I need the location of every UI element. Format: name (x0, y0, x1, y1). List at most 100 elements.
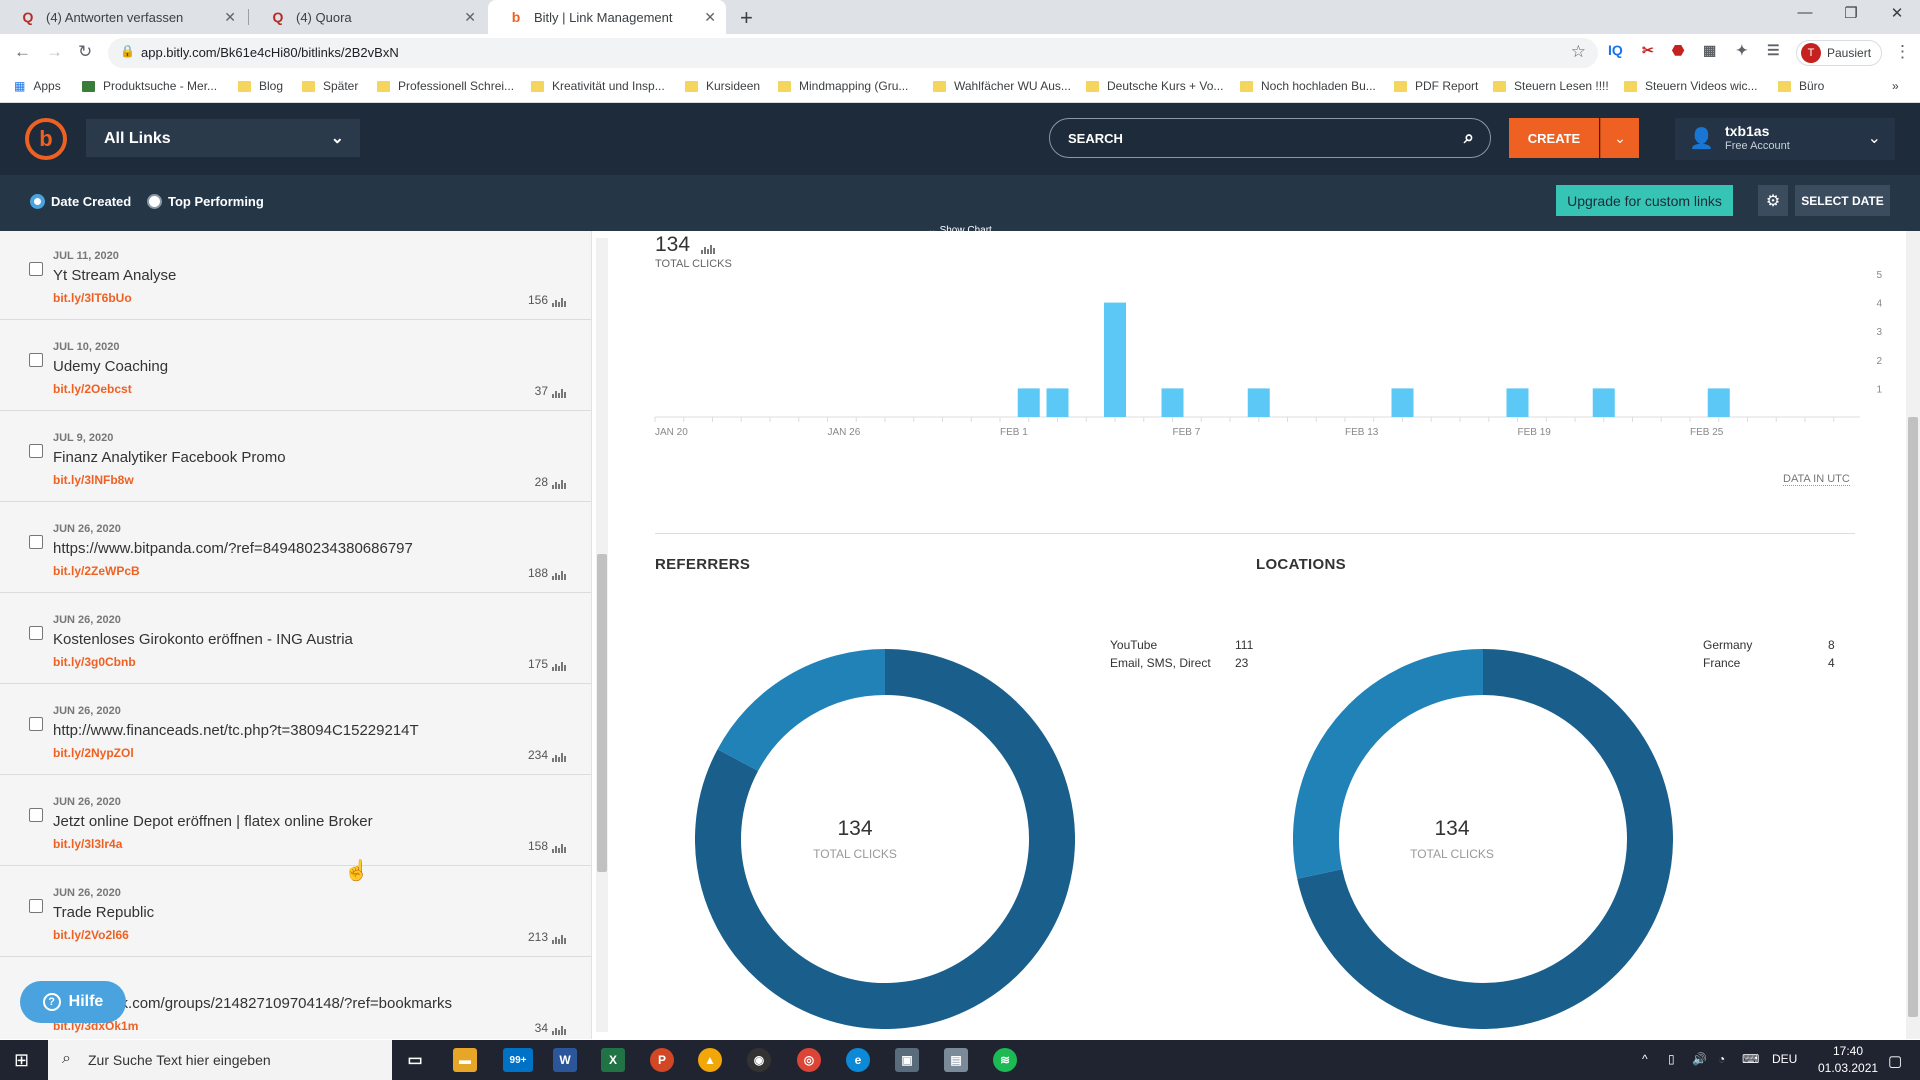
link-checkbox[interactable] (29, 262, 43, 276)
list-item[interactable]: JUN 26, 2020 http://www.financeads.net/tc… (0, 684, 591, 775)
help-button[interactable]: ? Hilfe (20, 981, 126, 1023)
browser-tab-1[interactable]: Q (4) Antworten verfassen ✕ (0, 0, 246, 34)
link-title[interactable]: Finanz Analytiker Facebook Promo (53, 449, 286, 466)
taskbar-search-input[interactable]: ⌕ Zur Suche Text hier eingeben (48, 1040, 392, 1080)
browser-menu-icon[interactable]: ⋮ (1894, 42, 1911, 62)
bookmark-item[interactable]: Steuern Lesen !!!! (1493, 79, 1609, 93)
link-title[interactable]: Jetzt online Depot eröffnen | flatex onl… (53, 813, 373, 830)
scrollbar-thumb[interactable] (597, 554, 607, 872)
forward-icon[interactable]: → (46, 42, 63, 62)
link-checkbox[interactable] (29, 353, 43, 367)
reload-icon[interactable]: ↻ (78, 42, 92, 62)
spotify-icon[interactable]: ≋ (993, 1048, 1017, 1072)
link-title[interactable]: Yt Stream Analyse (53, 267, 176, 284)
app-icon[interactable]: ▲ (698, 1048, 722, 1072)
bookmark-item[interactable]: Deutsche Kurs + Vo... (1086, 79, 1223, 93)
chrome-icon[interactable]: ◎ (797, 1048, 821, 1072)
link-checkbox[interactable] (29, 717, 43, 731)
tray-battery-icon[interactable]: ▯ (1668, 1052, 1675, 1066)
bookmark-star-icon[interactable]: ☆ (1571, 42, 1586, 62)
bookmark-item[interactable]: Wahlfächer WU Aus... (933, 79, 1071, 93)
list-item[interactable]: JUN 26, 2020 Trade Republic bit.ly/2Vo2l66… (0, 866, 591, 957)
clock[interactable]: 17:40 01.03.2021 (1818, 1044, 1878, 1075)
filter-sliders-icon[interactable]: ⚙ (1758, 185, 1788, 216)
list-item[interactable]: JUN 26, 2020 Jetzt online Depot eröffnen … (0, 775, 591, 866)
bookmark-item[interactable]: Mindmapping (Gru... (778, 79, 908, 93)
search-input[interactable]: SEARCH ⌕ (1049, 118, 1491, 158)
back-icon[interactable]: ← (14, 42, 31, 62)
bitly-logo-icon[interactable]: b (25, 118, 67, 160)
excel-icon[interactable]: X (601, 1048, 625, 1072)
short-link[interactable]: bit.ly/3g0Cbnb (53, 655, 136, 669)
scrollbar-thumb[interactable] (1908, 417, 1918, 1017)
file-explorer-icon[interactable]: ▬ (453, 1048, 477, 1072)
reading-list-icon[interactable]: ☰ (1767, 42, 1780, 59)
bookmark-apps[interactable]: ▦ Apps (14, 79, 61, 93)
calculator-icon[interactable]: ▤ (944, 1048, 968, 1072)
tray-chevron-icon[interactable]: ^ (1642, 1052, 1648, 1066)
bookmark-item[interactable]: Kreativität und Insp... (531, 79, 665, 93)
task-view-icon[interactable]: ▭ (403, 1048, 427, 1072)
list-item[interactable]: JUN 26, 2020 https://www.bitpanda.com/?re… (0, 502, 591, 593)
close-tab-icon[interactable]: ✕ (464, 9, 476, 26)
new-tab-button[interactable]: + (740, 5, 753, 31)
short-link[interactable]: bit.ly/2Oebcst (53, 382, 132, 396)
short-link[interactable]: bit.ly/2Vo2l66 (53, 928, 129, 942)
close-window-icon[interactable]: ✕ (1874, 4, 1920, 22)
address-bar[interactable]: 🔒 app.bitly.com/Bk61e4cHi80/bitlinks/2B2… (108, 38, 1598, 68)
list-item[interactable]: JUL 10, 2020 Udemy Coaching bit.ly/2Oebcst… (0, 320, 591, 411)
adblock-icon[interactable]: ⬣ (1672, 42, 1684, 59)
list-item[interactable]: JUN 26, 2020 Kostenloses Girokonto eröffn… (0, 593, 591, 684)
keyboard-icon[interactable]: ⌨ (1742, 1052, 1759, 1066)
word-icon[interactable]: W (553, 1048, 577, 1072)
bookmarks-overflow-icon[interactable]: » (1892, 79, 1899, 93)
grid-extension-icon[interactable]: ▦ (1703, 42, 1716, 59)
link-title[interactable]: Trade Republic (53, 904, 154, 921)
browser-tab-2[interactable]: Q (4) Quora ✕ (250, 0, 486, 34)
link-title[interactable]: Udemy Coaching (53, 358, 168, 375)
short-link[interactable]: bit.ly/2ZeWPcB (53, 564, 140, 578)
browser-tab-3-active[interactable]: b Bitly | Link Management ✕ (488, 0, 726, 34)
links-filter-dropdown[interactable]: All Links ⌄ (86, 119, 360, 157)
bookmark-item[interactable]: Kursideen (685, 79, 760, 93)
mail-icon[interactable]: 99+ (503, 1048, 533, 1072)
obs-icon[interactable]: ◉ (747, 1048, 771, 1072)
short-link[interactable]: bit.ly/3lT6bUo (53, 291, 132, 305)
link-checkbox[interactable] (29, 899, 43, 913)
bookmark-item[interactable]: Büro (1778, 79, 1824, 93)
select-date-button[interactable]: SELECT DATE (1795, 185, 1890, 216)
puzzle-extensions-icon[interactable]: ✦ (1736, 42, 1748, 59)
bookmark-item[interactable]: Später (302, 79, 358, 93)
account-menu[interactable]: 👤 txb1as Free Account ⌄ (1675, 118, 1895, 160)
radio-top-performing[interactable]: Top Performing (147, 194, 264, 209)
bookmark-item[interactable]: Blog (238, 79, 283, 93)
link-title[interactable]: http://www.financeads.net/tc.php?t=38094… (53, 722, 419, 739)
language-indicator[interactable]: DEU (1772, 1052, 1797, 1066)
iq-extension-icon[interactable]: IQ (1608, 42, 1623, 58)
short-link[interactable]: bit.ly/2NypZOl (53, 746, 134, 760)
app-icon[interactable]: ▣ (895, 1048, 919, 1072)
close-tab-icon[interactable]: ✕ (704, 9, 716, 26)
close-tab-icon[interactable]: ✕ (224, 9, 236, 26)
radio-date-created[interactable]: Date Created (30, 194, 131, 209)
create-dropdown-chevron-icon[interactable]: ⌄ (1600, 118, 1639, 158)
create-button[interactable]: CREATE (1509, 118, 1599, 158)
short-link[interactable]: bit.ly/3l3lr4a (53, 837, 122, 851)
bookmark-item[interactable]: Steuern Videos wic... (1624, 79, 1758, 93)
short-link[interactable]: bit.ly/3lNFb8w (53, 473, 134, 487)
link-title[interactable]: Kostenloses Girokonto eröffnen - ING Aus… (53, 631, 353, 648)
profile-button[interactable]: T Pausiert (1796, 40, 1882, 66)
restore-icon[interactable]: ❐ (1828, 4, 1874, 22)
list-scrollbar[interactable] (596, 238, 608, 1032)
link-checkbox[interactable] (29, 808, 43, 822)
list-item[interactable]: JUL 9, 2020 Finanz Analytiker Facebook Pr… (0, 411, 591, 502)
bookmark-item[interactable]: Professionell Schrei... (377, 79, 514, 93)
upgrade-button[interactable]: Upgrade for custom links (1556, 185, 1733, 216)
volume-icon[interactable]: 🔊 (1692, 1052, 1707, 1066)
list-item[interactable]: JUL 11, 2020 Yt Stream Analyse bit.ly/3lT6… (0, 231, 591, 320)
notifications-icon[interactable]: ▢ (1888, 1052, 1902, 1070)
bookmark-item[interactable]: PDF Report (1394, 79, 1478, 93)
link-checkbox[interactable] (29, 535, 43, 549)
bookmark-item[interactable]: Noch hochladen Bu... (1240, 79, 1376, 93)
link-checkbox[interactable] (29, 444, 43, 458)
